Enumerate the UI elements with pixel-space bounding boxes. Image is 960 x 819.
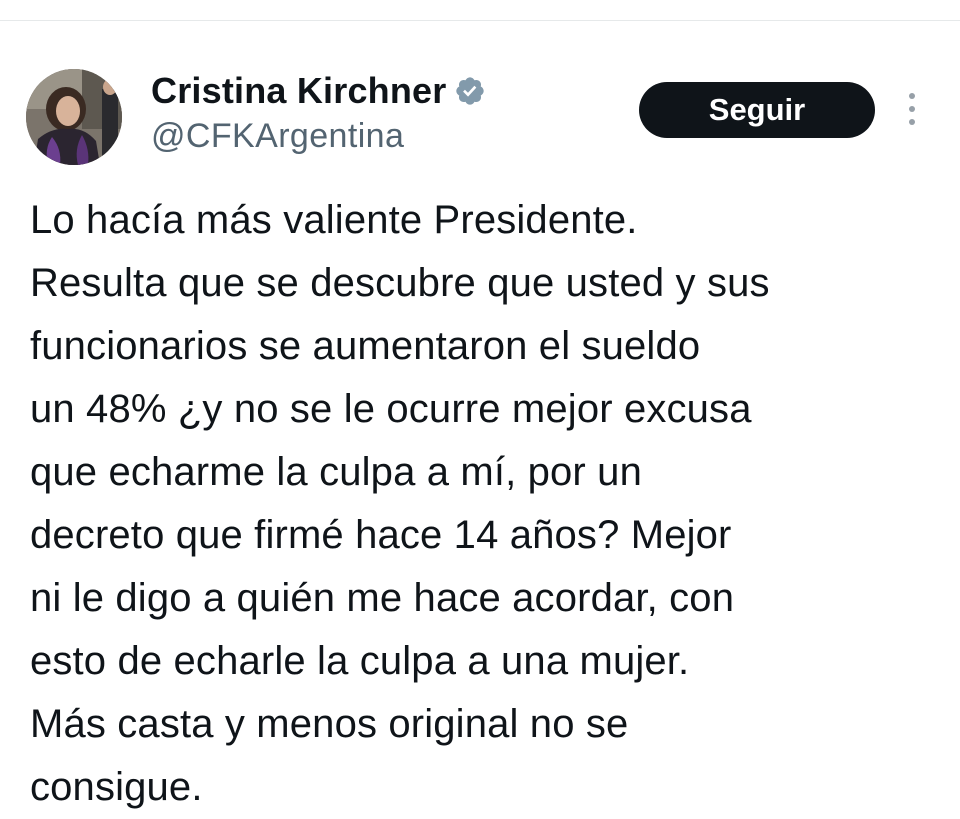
tweet-card: Cristina Kirchner @CFKArgentina Seguir L… bbox=[0, 21, 960, 809]
follow-button[interactable]: Seguir bbox=[639, 82, 875, 138]
display-name[interactable]: Cristina Kirchner bbox=[151, 70, 446, 112]
tweet-text: Lo hacía más valiente Presidente. Result… bbox=[30, 198, 770, 809]
avatar-image bbox=[26, 69, 122, 165]
author-handle[interactable]: @CFKArgentina bbox=[151, 117, 404, 156]
verified-badge-icon bbox=[454, 75, 486, 107]
more-dot bbox=[909, 93, 915, 99]
more-dot bbox=[909, 106, 915, 112]
more-vertical-icon[interactable] bbox=[902, 91, 922, 127]
author-name-row: Cristina Kirchner bbox=[151, 69, 486, 113]
more-dot bbox=[909, 119, 915, 125]
avatar[interactable] bbox=[26, 69, 122, 165]
